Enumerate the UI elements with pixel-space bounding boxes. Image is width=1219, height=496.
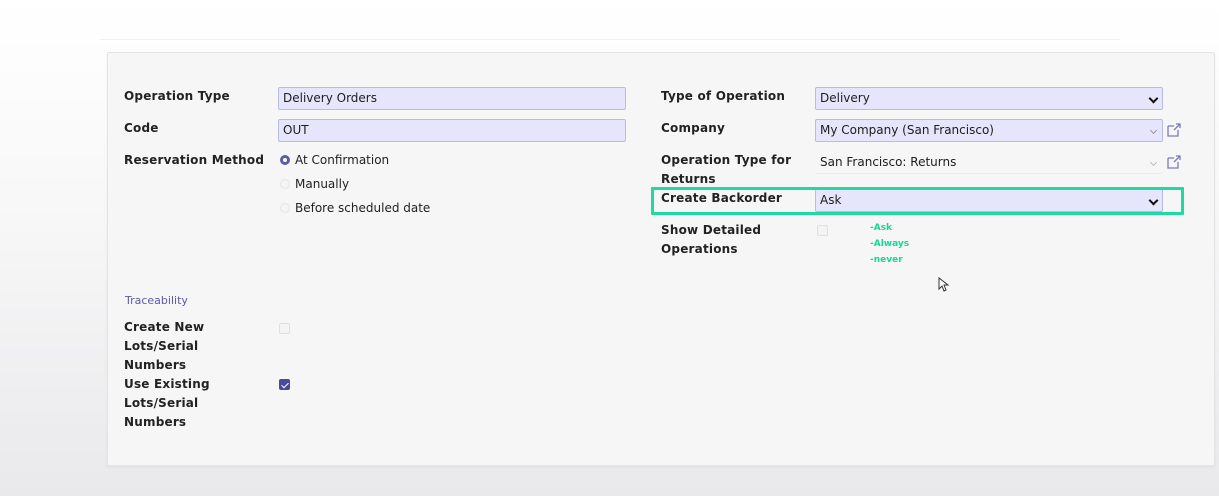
show-detailed-label-line1: Show Detailed [661,223,762,237]
reservation-method-label: Reservation Method [124,153,265,167]
type-of-operation-select[interactable]: Delivery [815,87,1163,110]
chevron-down-icon [1149,126,1158,135]
backorder-highlight-box [651,187,1184,215]
operation-type-input[interactable]: Delivery Orders [278,87,626,110]
create-new-lots-label-line2: Lots/Serial [124,339,199,353]
radio-at-confirmation[interactable] [280,155,290,165]
type-of-operation-label: Type of Operation [661,89,786,103]
create-new-lots-label: Create New Lots/Serial Numbers [124,318,204,375]
radio-manually-label[interactable]: Manually [295,176,349,192]
annotation-ask: -Ask [870,223,893,233]
create-new-lots-label-line3: Numbers [124,358,187,372]
show-detailed-label: Show Detailed Operations [661,221,761,259]
show-detailed-label-line2: Operations [661,242,738,256]
operation-type-label: Operation Type [124,89,230,103]
top-bar [100,0,1120,40]
annotation-always: -Always [870,239,910,249]
returns-type-value: San Francisco: Returns [820,155,957,169]
radio-manually[interactable] [280,179,290,189]
external-link-icon[interactable] [1166,154,1182,170]
returns-type-select[interactable]: San Francisco: Returns [815,151,1163,174]
radio-at-confirmation-label[interactable]: At Confirmation [295,152,389,168]
traceability-section-title: Traceability [125,294,188,307]
use-existing-lots-checkbox[interactable] [279,379,290,390]
use-existing-lots-label-line2: Lots/Serial [124,396,199,410]
radio-before-scheduled-date[interactable] [280,203,290,213]
type-of-operation-value: Delivery [820,91,870,105]
annotation-never: -never [870,255,903,265]
returns-type-label-line1: Operation Type for [661,153,792,167]
show-detailed-checkbox[interactable] [817,225,828,236]
radio-before-scheduled-date-label[interactable]: Before scheduled date [295,200,430,216]
use-existing-lots-label-line3: Numbers [124,415,187,429]
create-new-lots-label-line1: Create New [124,320,205,334]
form-sheet [107,52,1215,466]
create-new-lots-checkbox[interactable] [279,323,290,334]
company-label: Company [661,121,726,135]
company-value: My Company (San Francisco) [820,123,994,137]
code-input[interactable]: OUT [278,119,626,142]
external-link-icon[interactable] [1166,122,1182,138]
chevron-down-icon [1149,158,1158,167]
mouse-cursor-icon [938,277,950,292]
returns-type-label: Operation Type for Returns [661,151,791,189]
code-label: Code [124,121,159,135]
use-existing-lots-label: Use Existing Lots/Serial Numbers [124,375,210,432]
company-select[interactable]: My Company (San Francisco) [815,119,1163,142]
use-existing-lots-label-line1: Use Existing [124,377,210,391]
chevron-down-icon [1148,93,1159,104]
